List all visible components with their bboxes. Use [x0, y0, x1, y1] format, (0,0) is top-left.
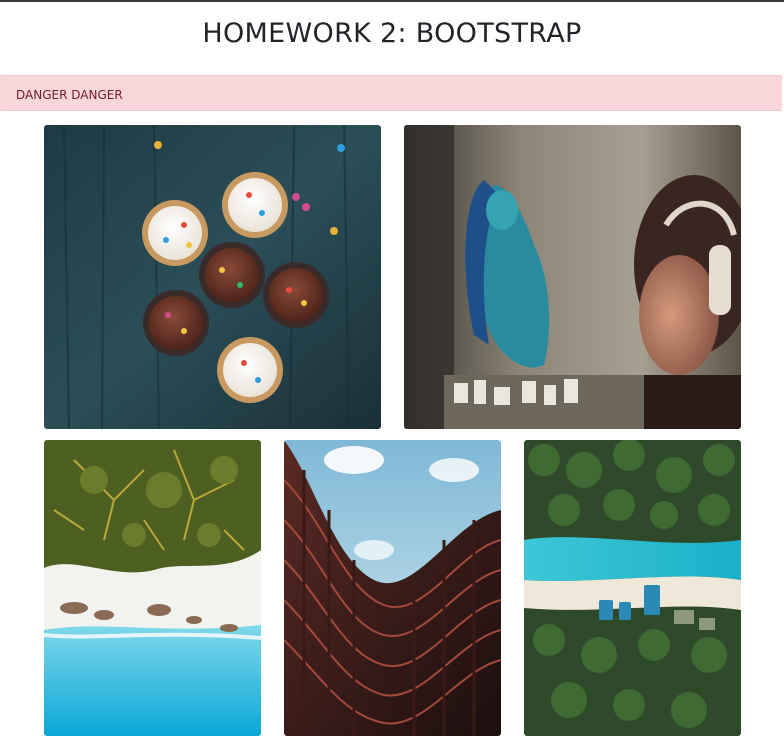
cupcakes-image [44, 125, 381, 429]
curved-building-image [284, 440, 501, 736]
graffiti-headphones-image [404, 125, 741, 429]
page-title: HOMEWORK 2: BOOTSTRAP [202, 18, 582, 49]
aerial-beach-palms-image [44, 440, 261, 736]
top-border [0, 0, 784, 2]
alert-text: DANGER DANGER [16, 88, 123, 102]
aerial-tropical-island-image [524, 440, 741, 736]
danger-alert: DANGER DANGER [0, 75, 782, 111]
